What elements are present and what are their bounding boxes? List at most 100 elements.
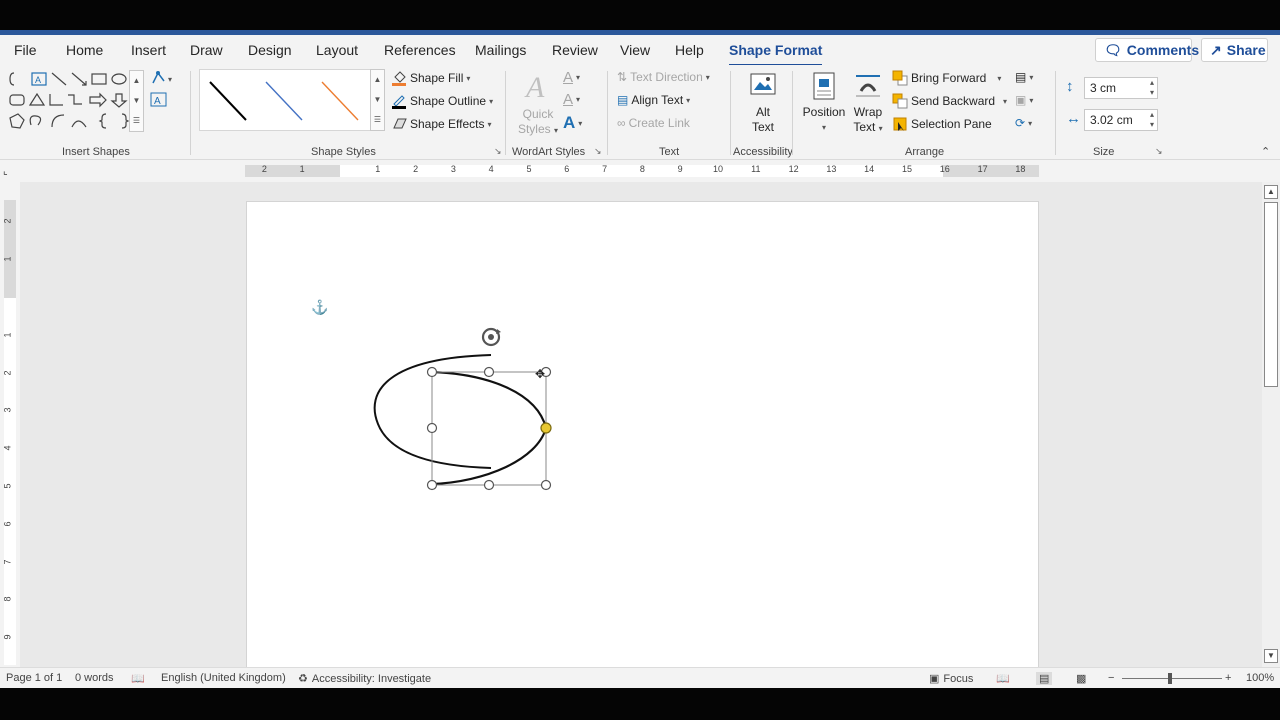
scroll-down-icon[interactable]: ▼ <box>1264 649 1278 663</box>
tab-design[interactable]: Design <box>248 42 292 58</box>
zoom-slider-thumb[interactable] <box>1168 673 1172 684</box>
resize-handle[interactable] <box>540 479 552 491</box>
tab-file[interactable]: File <box>14 42 37 58</box>
comments-button[interactable]: 🗨 Comments <box>1095 38 1199 62</box>
size-launcher-icon[interactable]: ↘ <box>1155 146 1163 157</box>
ruler-number: 7 <box>602 164 608 174</box>
text-fill-button[interactable]: A ▾ <box>563 69 580 86</box>
align-text-button[interactable]: ▤ Align Text ▾ <box>617 93 690 107</box>
tab-help[interactable]: Help <box>675 42 704 58</box>
height-spin-arrows[interactable]: ▴ ▾ <box>1150 78 1154 98</box>
read-mode-icon[interactable]: 📖 <box>996 672 1010 685</box>
tab-view[interactable]: View <box>620 42 650 58</box>
shape-fill-button[interactable]: Shape Fill ▾ <box>391 70 470 86</box>
group-separator <box>730 71 731 155</box>
proofing-icon[interactable]: 📖 <box>131 672 145 685</box>
position-button[interactable]: Position ▾ <box>800 71 848 135</box>
tab-references[interactable]: References <box>384 42 456 58</box>
shapes-gallery[interactable]: A <box>8 70 144 132</box>
scroll-up-icon[interactable]: ▲ <box>1264 185 1278 199</box>
vertical-scrollbar[interactable]: ▲ ▼ <box>1262 182 1280 667</box>
text-direction-button[interactable]: ⇅ Text Direction ▾ <box>617 70 710 84</box>
document-page[interactable]: ⚓ ✥ <box>246 201 1039 667</box>
print-layout-icon[interactable]: ▤ <box>1036 672 1053 685</box>
adjust-handle-yellow[interactable] <box>540 422 552 434</box>
shape-height-icon: ↕ <box>1066 78 1074 95</box>
tab-shape-format[interactable]: Shape Format <box>729 42 823 67</box>
bottom-bar <box>0 688 1280 720</box>
focus-button[interactable]: ▣ Focus <box>929 672 973 686</box>
arrange-label: Arrange <box>905 146 945 158</box>
tab-layout[interactable]: Layout <box>316 42 358 58</box>
vertical-ruler-number: 8 <box>2 596 13 602</box>
alt-text-button[interactable]: Alt Text <box>741 71 785 135</box>
text-fill-icon: A <box>563 69 574 86</box>
share-button[interactable]: ↗ Share <box>1201 38 1268 62</box>
wordart-launcher-icon[interactable]: ↘ <box>594 146 602 157</box>
text-direction-icon: ⇅ <box>617 70 628 84</box>
group-objects-button[interactable]: ▣ ▾ <box>1015 93 1033 107</box>
group-separator <box>792 71 793 155</box>
zoom-in-icon[interactable]: + <box>1225 672 1231 684</box>
zoom-level[interactable]: 100% <box>1246 672 1274 684</box>
horizontal-ruler[interactable]: 2 1 1 2 3 4 5 6 7 8 9 10 11 12 13 14 15 16 17 18 <box>245 164 1039 177</box>
text-box-button[interactable]: A <box>150 92 168 111</box>
edit-shape-button[interactable]: ▾ <box>150 69 176 90</box>
tab-review[interactable]: Review <box>552 42 598 58</box>
shape-outline-button[interactable]: Shape Outline ▾ <box>391 93 493 109</box>
shape-width-input[interactable]: 3.02 cm ▴ ▾ <box>1084 109 1158 131</box>
resize-handle[interactable] <box>426 366 438 378</box>
word-count[interactable]: 0 words <box>75 672 114 684</box>
language-status[interactable]: English (United Kingdom) <box>161 672 286 684</box>
text-effects-icon: A <box>563 113 576 132</box>
accessibility-status[interactable]: ♻ Accessibility: Investigate <box>298 672 431 686</box>
align-objects-button[interactable]: ▤ ▾ <box>1015 70 1033 84</box>
shape-styles-label: Shape Styles <box>311 146 376 158</box>
scroll-thumb[interactable] <box>1264 202 1278 387</box>
link-icon: ∞ <box>617 116 626 130</box>
vertical-ruler-number: 1 <box>2 332 13 338</box>
shape-styles-scroll[interactable]: ▲ ▼ ☰ <box>370 69 385 131</box>
zoom-slider[interactable] <box>1122 678 1222 679</box>
resize-handle[interactable] <box>426 479 438 491</box>
position-icon <box>813 72 835 100</box>
share-icon: ↗ <box>1210 41 1222 58</box>
group-objects-icon: ▣ <box>1015 93 1027 107</box>
tab-home[interactable]: Home <box>66 42 103 58</box>
shape-styles-launcher-icon[interactable]: ↘ <box>494 146 502 157</box>
anchor-icon: ⚓ <box>311 299 328 316</box>
shape-styles-gallery[interactable] <box>199 69 385 131</box>
shapes-gallery-scroll[interactable]: ▲ ▼ ☰ <box>129 70 144 132</box>
width-spin-arrows[interactable]: ▴ ▾ <box>1150 110 1154 130</box>
ruler-number: 2 <box>261 164 267 174</box>
vertical-ruler[interactable]: 2 1 1 2 3 4 5 6 7 8 9 <box>2 200 16 665</box>
page-count[interactable]: Page 1 of 1 <box>6 672 62 684</box>
tab-draw[interactable]: Draw <box>190 42 223 58</box>
tab-mailings[interactable]: Mailings <box>475 42 526 58</box>
accessibility-icon: ♻ <box>298 673 308 685</box>
tab-selector-icon[interactable]: ⌞ <box>3 166 17 178</box>
text-outline-button[interactable]: A ▾ <box>563 91 580 108</box>
shape-height-input[interactable]: 3 cm ▴ ▾ <box>1084 77 1158 99</box>
zoom-out-icon[interactable]: − <box>1108 672 1114 684</box>
bring-forward-button[interactable]: Bring Forward ▾ <box>892 70 1001 86</box>
svg-text:A: A <box>154 96 161 107</box>
wrap-text-icon <box>856 75 880 97</box>
quick-styles-button[interactable]: A Quick Styles ▾ <box>515 71 561 138</box>
wrap-text-button[interactable]: Wrap Text ▾ <box>849 71 887 136</box>
resize-handle[interactable] <box>426 422 438 434</box>
send-backward-button[interactable]: Send Backward ▾ <box>892 93 1007 109</box>
insert-shapes-label: Insert Shapes <box>62 146 130 158</box>
text-effects-button[interactable]: A ▾ <box>563 113 582 133</box>
resize-handle[interactable] <box>483 479 495 491</box>
collapse-ribbon-icon[interactable]: ⌃ <box>1261 145 1270 158</box>
shape-effects-button[interactable]: Shape Effects ▾ <box>391 116 492 132</box>
resize-handle[interactable] <box>483 366 495 378</box>
rotate-handle-icon[interactable] <box>481 327 501 347</box>
web-layout-icon[interactable]: ▩ <box>1076 672 1086 685</box>
rotate-objects-button[interactable]: ⟳ ▾ <box>1015 116 1032 130</box>
selection-pane-button[interactable]: Selection Pane <box>892 116 992 132</box>
create-link-button[interactable]: ∞ Create Link <box>617 116 690 130</box>
vertical-ruler-margin <box>4 200 16 298</box>
tab-insert[interactable]: Insert <box>131 42 166 58</box>
